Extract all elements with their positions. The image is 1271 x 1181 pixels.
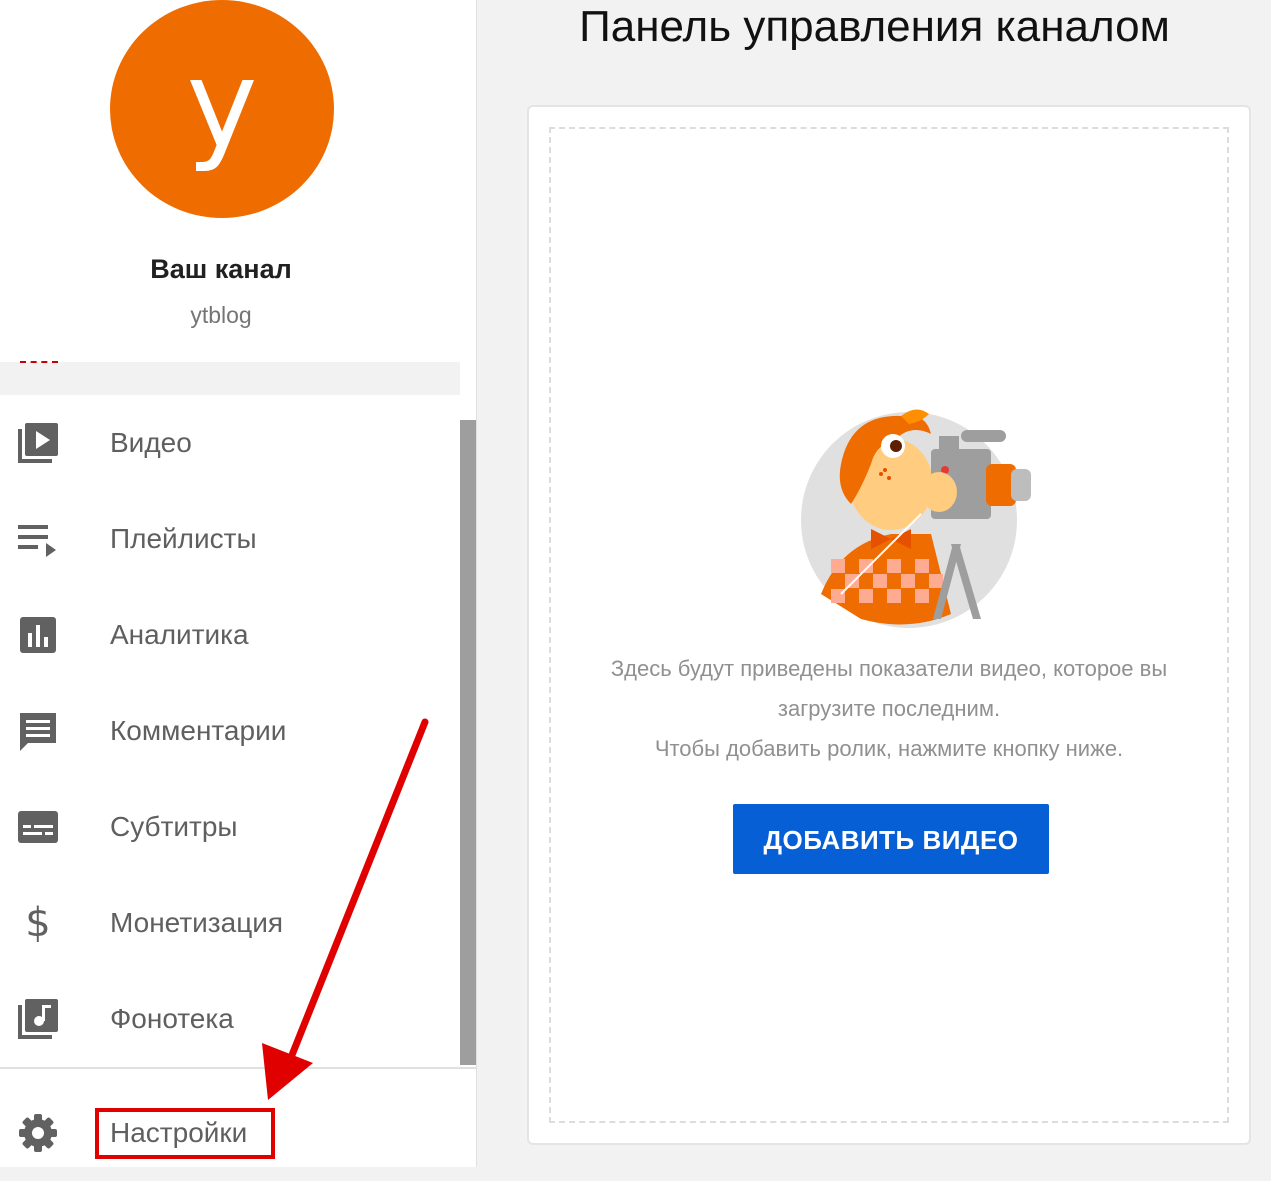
- sidebar-item-label: Плейлисты: [110, 523, 257, 554]
- sidebar: у Ваш канал ytblog Видео Плейлисты Анали…: [0, 0, 477, 1167]
- sidebar-item-label: Субтитры: [110, 811, 238, 842]
- empty-text-line2: загрузите последним.: [777, 696, 1001, 721]
- sidebar-scrollbar[interactable]: [460, 420, 476, 1065]
- playlist-icon: [16, 517, 60, 561]
- settings-highlight-box: [95, 1108, 275, 1159]
- empty-text-line3: Чтобы добавить ролик, нажмите кнопку ниж…: [654, 736, 1124, 761]
- gear-icon: [16, 1111, 60, 1155]
- sidebar-item-label: Фонотека: [110, 1003, 234, 1034]
- channel-title[interactable]: Ваш канал: [0, 254, 442, 285]
- sidebar-item-audio-library[interactable]: Фонотека: [0, 971, 455, 1067]
- comments-icon: [16, 709, 60, 753]
- sidebar-item-analytics[interactable]: Аналитика: [0, 587, 455, 683]
- latest-video-card: Здесь будут приведены показатели видео, …: [527, 105, 1251, 1145]
- analytics-icon: [16, 613, 60, 657]
- sidebar-item-videos[interactable]: Видео: [0, 395, 455, 491]
- sidebar-item-subtitles[interactable]: Субтитры: [0, 779, 455, 875]
- channel-handle: ytblog: [190, 302, 252, 328]
- sidebar-item-comments[interactable]: Комментарии: [0, 683, 455, 779]
- audio-library-icon: [16, 997, 60, 1041]
- empty-text-line1: Здесь будут приведены показатели видео, …: [610, 656, 1168, 681]
- sidebar-item-monetization[interactable]: $ Монетизация: [0, 875, 455, 971]
- sidebar-item-label: Аналитика: [110, 619, 249, 650]
- subtitles-icon: [16, 805, 60, 849]
- sidebar-item-label: Комментарии: [110, 715, 287, 746]
- active-indicator: [20, 361, 58, 363]
- empty-state-text: Здесь будут приведены показатели видео, …: [551, 649, 1227, 769]
- page-title: Панель управления каналом: [579, 2, 1170, 51]
- camera-operator-illustration: [801, 409, 1031, 628]
- divider: [0, 1067, 476, 1069]
- sidebar-item-playlists[interactable]: Плейлисты: [0, 491, 455, 587]
- sidebar-item-label: Монетизация: [110, 907, 284, 938]
- channel-avatar[interactable]: у: [110, 0, 334, 218]
- dollar-icon: $: [25, 900, 51, 946]
- add-video-button[interactable]: ДОБАВИТЬ ВИДЕО: [733, 804, 1049, 874]
- upload-dropzone: Здесь будут приведены показатели видео, …: [549, 127, 1229, 1123]
- sidebar-item-label: Видео: [110, 427, 192, 458]
- video-library-icon: [16, 421, 60, 465]
- section-divider: [0, 362, 460, 395]
